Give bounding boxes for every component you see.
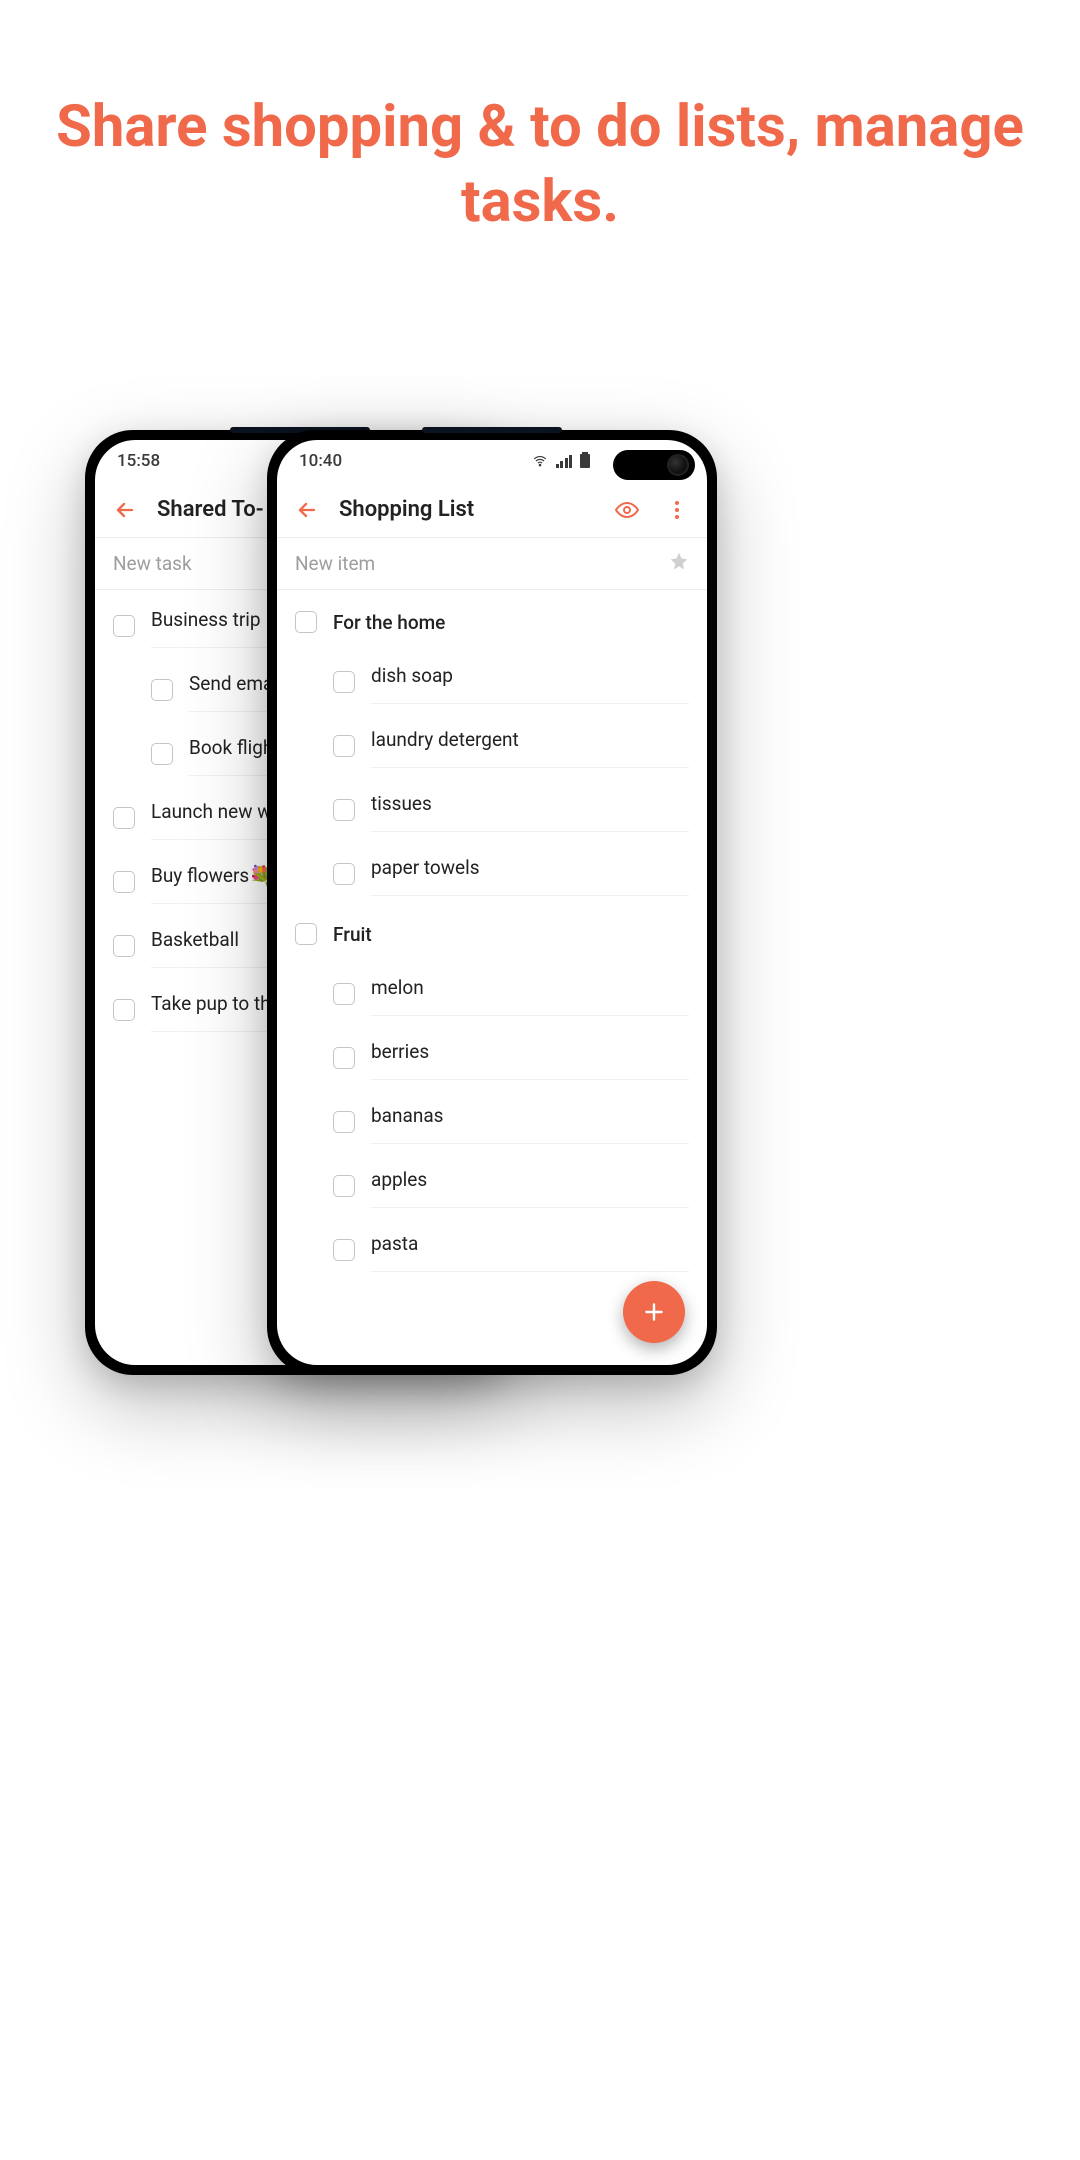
phone-screen-front: 10:40 Shopping List New item [277, 440, 707, 1365]
back-arrow-icon[interactable] [289, 492, 325, 528]
new-item-placeholder: New item [295, 552, 375, 575]
item-label: berries [371, 1036, 689, 1080]
checkbox[interactable] [295, 611, 317, 633]
checkbox[interactable] [113, 999, 135, 1021]
checkbox[interactable] [333, 1047, 355, 1069]
checkbox[interactable] [151, 743, 173, 765]
shopping-list: For the home dish soap laundry detergent ti… [277, 590, 707, 1365]
more-vert-icon[interactable] [659, 492, 695, 528]
item-label: paper towels [371, 852, 689, 896]
list-item[interactable]: tissues [277, 778, 707, 842]
list-item[interactable]: dish soap [277, 650, 707, 714]
list-item[interactable]: melon [277, 962, 707, 1026]
checkbox[interactable] [113, 807, 135, 829]
list-item[interactable]: bananas [277, 1090, 707, 1154]
checkbox[interactable] [333, 671, 355, 693]
item-label: melon [371, 972, 689, 1016]
list-group-header[interactable]: For the home [277, 594, 707, 650]
item-label: pasta [371, 1228, 689, 1272]
new-item-input[interactable]: New item [277, 538, 707, 590]
battery-icon [580, 454, 590, 468]
status-time: 10:40 [299, 451, 342, 471]
item-label: laundry detergent [371, 724, 689, 768]
new-task-placeholder: New task [113, 552, 192, 575]
item-label: tissues [371, 788, 689, 832]
checkbox[interactable] [333, 983, 355, 1005]
camera-cutout [613, 450, 695, 480]
wifi-icon [532, 454, 548, 468]
marketing-headline: Share shopping & to do lists, manage tas… [0, 90, 1080, 241]
visibility-icon[interactable] [609, 492, 645, 528]
checkbox[interactable] [113, 935, 135, 957]
item-label: dish soap [371, 660, 689, 704]
list-item[interactable]: berries [277, 1026, 707, 1090]
add-fab-button[interactable] [623, 1281, 685, 1343]
back-arrow-icon[interactable] [107, 492, 143, 528]
star-icon[interactable] [669, 551, 689, 576]
checkbox[interactable] [333, 1175, 355, 1197]
checkbox[interactable] [333, 1239, 355, 1261]
list-item[interactable]: pasta [277, 1218, 707, 1282]
item-label: Fruit [333, 919, 689, 950]
signal-icon [556, 454, 573, 468]
page-title: Shopping List [339, 497, 595, 522]
phone-notch [422, 427, 562, 433]
item-label: bananas [371, 1100, 689, 1144]
checkbox[interactable] [333, 1111, 355, 1133]
checkbox[interactable] [333, 799, 355, 821]
list-item[interactable]: laundry detergent [277, 714, 707, 778]
checkbox[interactable] [113, 871, 135, 893]
checkbox[interactable] [333, 863, 355, 885]
item-label: apples [371, 1164, 689, 1208]
checkbox[interactable] [151, 679, 173, 701]
status-time: 15:58 [117, 451, 160, 471]
checkbox[interactable] [113, 615, 135, 637]
item-label: For the home [333, 607, 689, 638]
phone-mockup-front: 10:40 Shopping List New item [267, 430, 717, 1375]
list-item[interactable]: apples [277, 1154, 707, 1218]
checkbox[interactable] [333, 735, 355, 757]
list-group-header[interactable]: Fruit [277, 906, 707, 962]
app-bar: Shopping List [277, 482, 707, 538]
checkbox[interactable] [295, 923, 317, 945]
list-item[interactable]: paper towels [277, 842, 707, 906]
